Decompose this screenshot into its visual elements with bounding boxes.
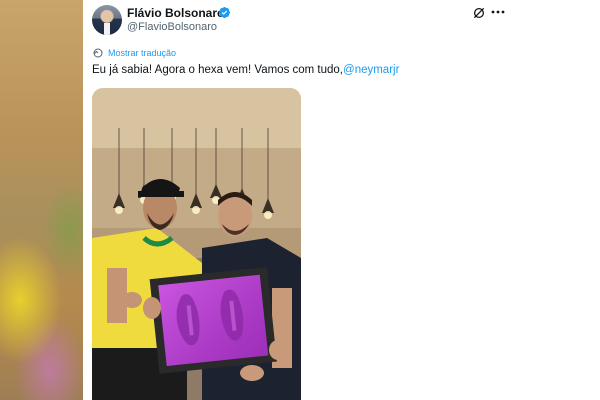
blurred-background-left	[0, 0, 83, 400]
tweet-text: Eu já sabia! Agora o hexa vem! Vamos com…	[92, 64, 399, 76]
tweet-photo[interactable]	[92, 88, 301, 400]
verified-badge-icon	[218, 6, 231, 19]
grok-icon[interactable]	[472, 6, 486, 20]
translate-label[interactable]: Mostrar tradução	[108, 48, 176, 58]
photo-illustration	[92, 88, 301, 400]
author-handle[interactable]: @FlavioBolsonaro	[127, 21, 217, 33]
author-name[interactable]: Flávio Bolsonaro	[127, 6, 224, 20]
tweet-card[interactable]: Flávio Bolsonaro @FlavioBolsonaro Mostra…	[83, 0, 530, 400]
mention-link[interactable]: @neymarjr	[343, 64, 399, 76]
blurred-background-right	[530, 0, 600, 400]
show-translation-link[interactable]: Mostrar tradução	[92, 46, 176, 60]
translate-icon	[93, 48, 103, 58]
tweet-text-main: Eu já sabia! Agora o hexa vem! Vamos com…	[92, 64, 344, 76]
avatar[interactable]	[92, 5, 122, 35]
more-options-icon[interactable]	[490, 5, 506, 19]
